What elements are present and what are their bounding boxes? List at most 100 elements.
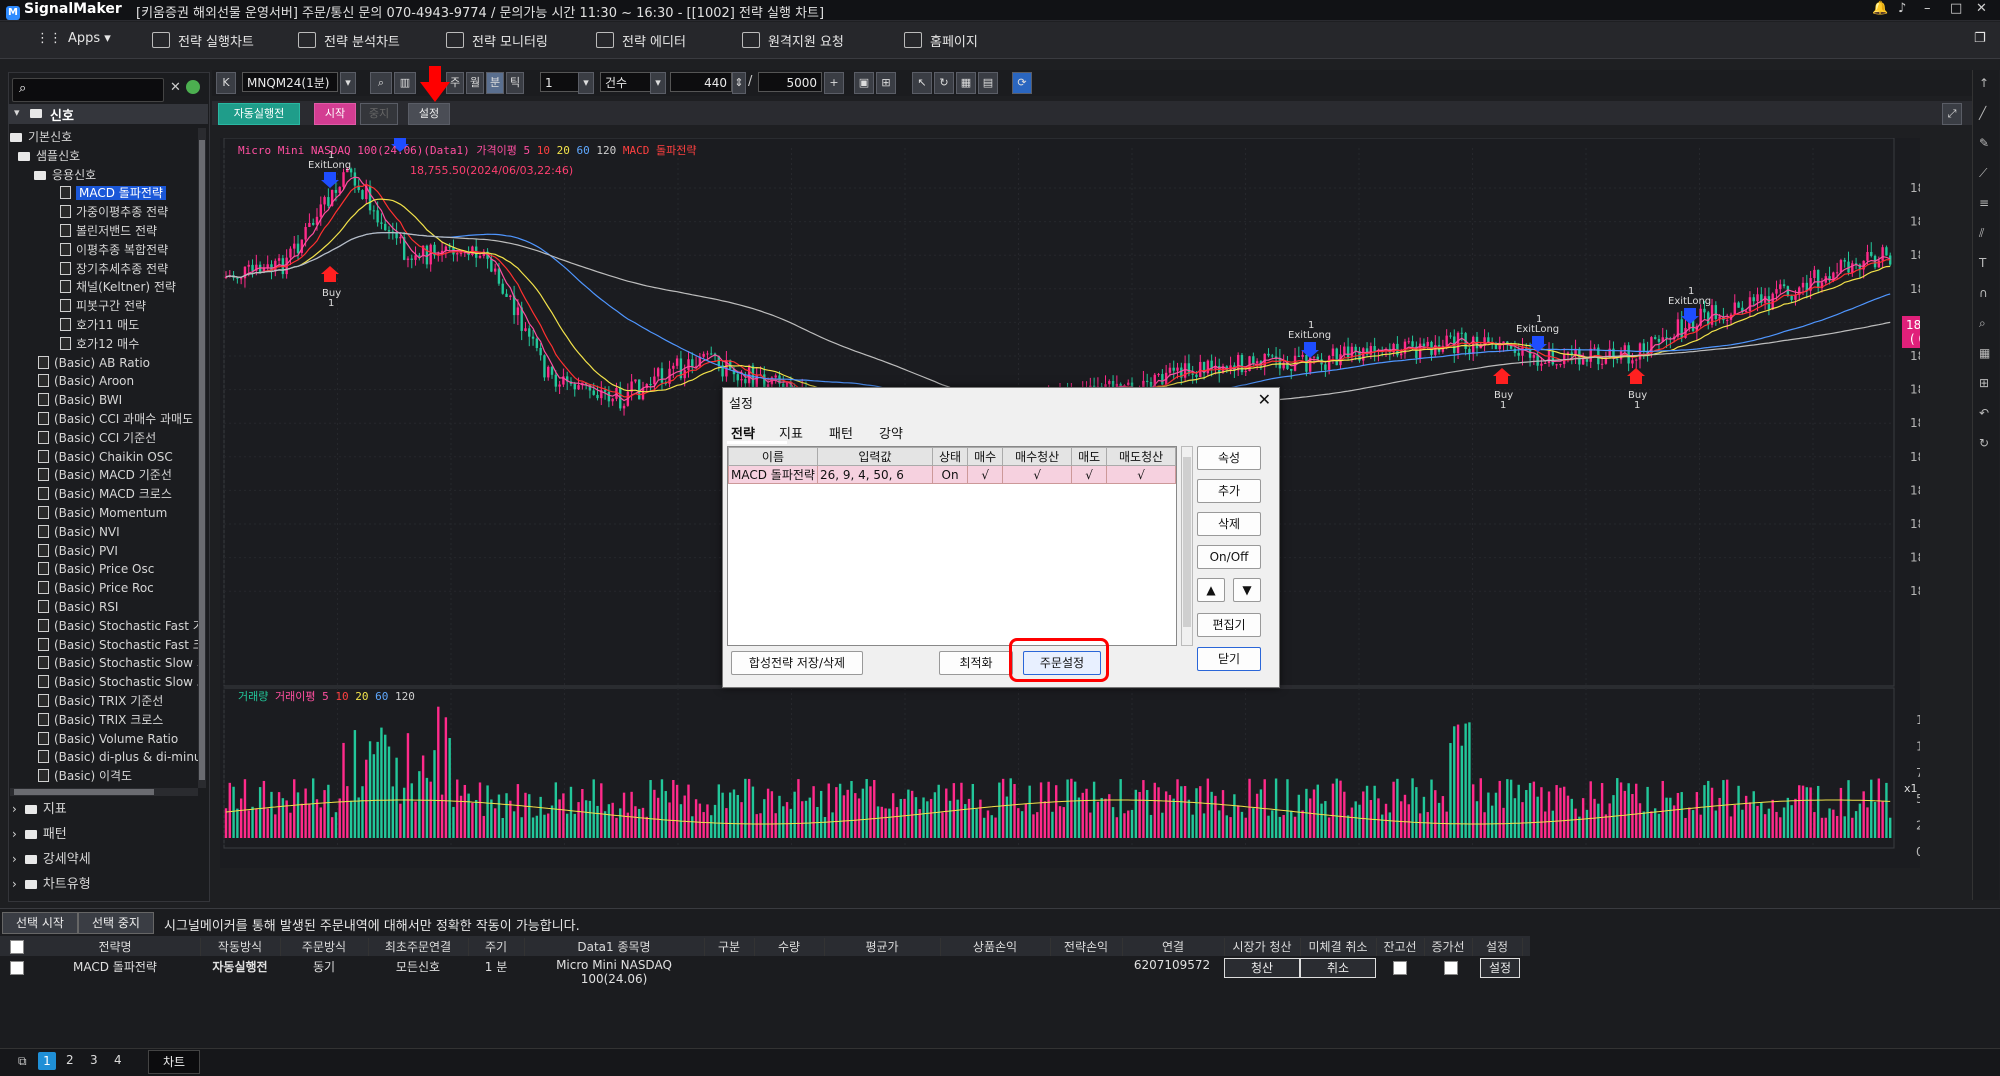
count-input[interactable]: 440 [670, 72, 732, 92]
save-icon[interactable]: ▤ [978, 72, 998, 94]
menu-strategy-monitoring[interactable]: 전략 모니터링 [446, 31, 548, 50]
tree-item-basic[interactable]: (Basic) CCI 기준선 [38, 429, 156, 447]
tool-grid-icon[interactable]: ▦ [1979, 346, 1990, 360]
tree-folder-basic[interactable]: 기본신호 [10, 128, 72, 146]
tree-item-basic[interactable]: (Basic) CCI 과매수 과매도 [38, 410, 193, 428]
zoom-level[interactable]: x1 [1904, 782, 1918, 795]
tree-group-2[interactable]: › 강세약세 [12, 850, 91, 868]
tree-group-0[interactable]: › 지표 [12, 800, 67, 818]
symbol-input[interactable]: MNQM24(1분) [242, 72, 338, 92]
tree-item-basic[interactable]: (Basic) NVI [38, 523, 120, 541]
restore-window-icon[interactable]: ❐ [1974, 31, 1986, 46]
page-1-button[interactable]: 1 [38, 1052, 56, 1070]
tree-item-basic[interactable]: (Basic) Stochastic Slow 기 [38, 654, 198, 672]
move-up-icon[interactable]: ▲ [1197, 578, 1225, 602]
add-icon[interactable]: + [824, 72, 844, 94]
start-button[interactable]: 시작 [314, 103, 356, 125]
tree-icon[interactable]: ⊞ [876, 72, 896, 94]
menu-homepage[interactable]: 홈페이지 [904, 31, 978, 50]
tab-pattern[interactable]: 패턴 [829, 423, 853, 442]
tool-pen-icon[interactable]: ✎ [1979, 136, 1989, 150]
tree-item-basic[interactable]: (Basic) Price Roc [38, 579, 154, 597]
count-stepper[interactable]: ⇕ [732, 72, 746, 94]
tree-item-basic[interactable]: (Basic) di-plus & di-minus [38, 748, 198, 766]
period-month-button[interactable]: 월 [466, 72, 484, 94]
tool-text-icon[interactable]: T [1979, 256, 1986, 270]
menu-strategy-analysis-chart[interactable]: 전략 분석차트 [298, 31, 400, 50]
menu-strategy-run-chart[interactable]: 전략 실행차트 [152, 31, 254, 50]
tree-item-applied[interactable]: 볼린저밴드 전략 [60, 222, 157, 240]
tree-item-basic[interactable]: (Basic) 이격도 [38, 767, 132, 785]
interval-input[interactable]: 1 [540, 72, 580, 92]
select-stop-button[interactable]: 선택 중지 [78, 912, 154, 934]
tree-item-basic[interactable]: (Basic) Stochastic Slow 크 [38, 673, 198, 691]
tool-channel-icon[interactable]: ⫽ [1979, 226, 1984, 241]
tool-cursor-icon[interactable]: ↑ [1979, 76, 1989, 90]
onoff-button[interactable]: On/Off [1197, 545, 1261, 569]
refresh-layout-icon[interactable]: ↻ [934, 72, 954, 94]
tool-trend-icon[interactable]: ⟋ [1979, 166, 1987, 181]
interval-dropdown-icon[interactable]: ▾ [578, 72, 594, 94]
period-tick-button[interactable]: 틱 [506, 72, 524, 94]
tree-item-basic[interactable]: (Basic) RSI [38, 598, 118, 616]
tree-item-basic[interactable]: (Basic) Chaikin OSC [38, 448, 173, 466]
menu-strategy-editor[interactable]: 전략 에디터 [596, 31, 686, 50]
tree-item-applied[interactable]: 가중이평추종 전략 [60, 203, 168, 221]
row-settings-button[interactable]: 설정 [1480, 958, 1520, 978]
dialog-close-icon[interactable]: ✕ [1258, 390, 1271, 409]
count-type-select[interactable]: 건수 [600, 72, 652, 92]
tree-folder-applied[interactable]: 응용신호 [34, 166, 96, 184]
tab-strategy[interactable]: 전략 [731, 423, 755, 442]
properties-button[interactable]: 속성 [1197, 446, 1261, 470]
layout-icon[interactable]: ▣ [854, 72, 874, 94]
tab-chart[interactable]: 차트 [148, 1050, 200, 1074]
optimize-button[interactable]: 최적화 [939, 651, 1013, 675]
close-icon[interactable]: ✕ [1976, 1, 1987, 16]
tool-measure-icon[interactable]: ⊞ [1979, 376, 1989, 390]
stop-button[interactable]: 중지 [360, 103, 398, 125]
tree-hscrollbar[interactable] [10, 788, 198, 796]
tree-item-basic[interactable]: (Basic) MACD 기준선 [38, 466, 172, 484]
tree-item-basic[interactable]: (Basic) PVI [38, 542, 118, 560]
tree-group-1[interactable]: › 패턴 [12, 825, 67, 843]
balance-line-checkbox[interactable] [1393, 961, 1407, 975]
tree-item-basic[interactable]: (Basic) TRIX 크로스 [38, 711, 163, 729]
page-2-button[interactable]: 2 [66, 1053, 74, 1067]
tree-item-applied[interactable]: 이평추종 복합전략 [60, 241, 168, 259]
tree-item-basic[interactable]: (Basic) Momentum [38, 504, 167, 522]
bell-icon[interactable]: 🔔 [1872, 1, 1888, 16]
editor-button[interactable]: 편집기 [1197, 613, 1261, 637]
table-icon[interactable]: ▦ [956, 72, 976, 94]
strategy-grid[interactable]: 이름 입력값 상태 매수 매수청산 매도 매도청산 MACD 돌파전략 26, 9, 4, … [727, 446, 1177, 646]
cursor-icon[interactable]: ↖ [912, 72, 932, 94]
tree-item-basic[interactable]: (Basic) Volume Ratio [38, 730, 178, 748]
confirm-icon[interactable] [186, 80, 200, 94]
tab-indicator[interactable]: 지표 [779, 423, 803, 442]
move-down-icon[interactable]: ▼ [1233, 578, 1261, 602]
tree-item-applied[interactable]: 호가12 매수 [60, 335, 139, 353]
tree-item-basic[interactable]: (Basic) BWI [38, 391, 122, 409]
add-button[interactable]: 추가 [1197, 479, 1261, 503]
window-list-icon[interactable]: ⧉ [18, 1054, 27, 1069]
menu-remote-support[interactable]: 원격지원 요청 [742, 31, 844, 50]
tree-item-applied[interactable]: MACD 돌파전략 [60, 184, 166, 202]
select-start-button[interactable]: 선택 시작 [2, 912, 78, 934]
tool-zoom-icon[interactable]: ⌕ [1979, 316, 1986, 331]
tree-item-applied[interactable]: 채널(Keltner) 전략 [60, 278, 176, 296]
auto-run-status[interactable]: 자동실행전 [218, 103, 300, 125]
select-all-checkbox[interactable] [10, 940, 24, 954]
tree-search-input[interactable]: ⌕ [12, 78, 164, 102]
minimize-icon[interactable]: – [1924, 1, 1931, 16]
row-checkbox[interactable] [10, 961, 24, 975]
page-4-button[interactable]: 4 [114, 1053, 122, 1067]
tool-redo-icon[interactable]: ↻ [1979, 436, 1989, 450]
tree-item-basic[interactable]: (Basic) TRIX 기준선 [38, 692, 163, 710]
page-3-button[interactable]: 3 [90, 1053, 98, 1067]
close-button[interactable]: 닫기 [1197, 647, 1261, 671]
tree-item-basic[interactable]: (Basic) Aroon [38, 372, 134, 390]
fullscreen-icon[interactable]: ⤢ [1942, 103, 1962, 125]
total-input[interactable]: 5000 [758, 72, 822, 92]
reload-icon[interactable]: ⟳ [1012, 72, 1032, 94]
tree-root-header[interactable]: ▾ 신호 [8, 104, 208, 124]
clear-search-icon[interactable]: ✕ [170, 80, 181, 95]
